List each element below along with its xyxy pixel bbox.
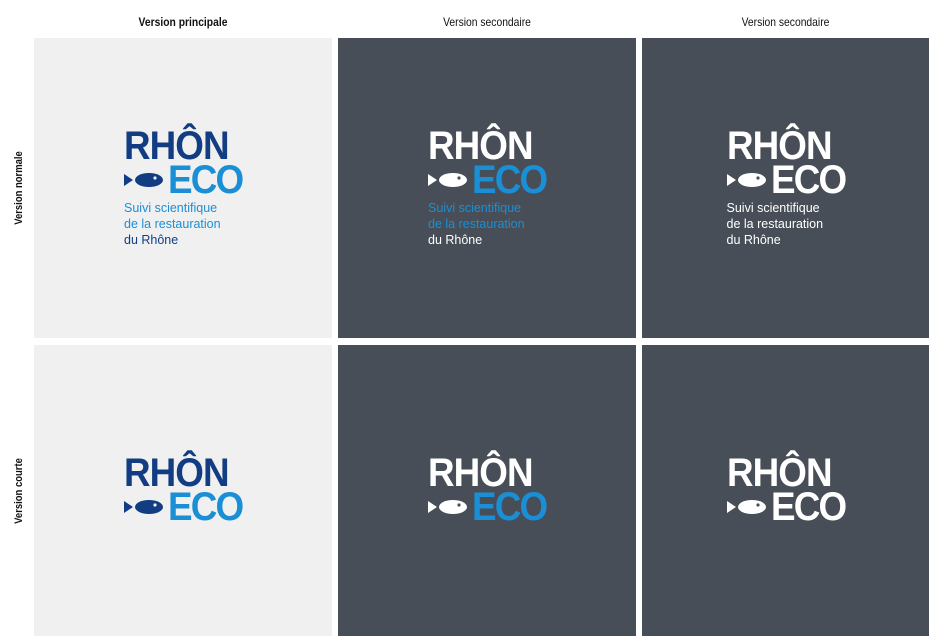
logo-wordmark-eco: ECO [168,484,244,529]
logo-wordmark-eco: ECO [770,484,847,529]
fish-icon [428,499,467,514]
logo-courte-secondaire-2: RHÔN ECO [726,453,847,529]
logo-tagline-line2: de la restauration [124,217,221,231]
panel-normal-principale: RHÔN ECO Suivi scientifique de la restau… [34,38,332,338]
logo-normal-secondaire-2: RHÔN ECO Suivi scientifique de la restau… [726,126,847,248]
logo-courte-secondaire-1: RHÔN ECO [428,453,548,529]
logo-courte-principale: RHÔN ECO [124,453,244,529]
logo-wordmark-eco: ECO [472,158,548,202]
logo-tagline-line1: Suivi scientifique [124,201,218,215]
column-header-principale: Version principale [138,15,228,29]
column-header-secondaire-1: Version secondaire [443,15,531,29]
panel-courte-secondaire-2: RHÔN ECO [642,345,929,636]
row-header-courte: Version courte [13,457,25,524]
panel-normal-secondaire-1: RHÔN ECO Suivi scientifique de la restau… [338,38,636,338]
logo-wordmark-eco: ECO [472,484,548,529]
logo-wordmark-eco: ECO [770,158,847,202]
logo-tagline-line2: de la restauration [428,217,525,231]
logo-tagline-line3: du Rhône [428,233,483,247]
fish-icon [726,173,766,187]
logo-tagline-line3: du Rhône [726,233,781,247]
logo-tagline-line1: Suivi scientifique [428,201,522,215]
fish-icon [124,173,163,187]
logo-wordmark-eco: ECO [168,158,244,202]
panel-courte-principale: RHÔN ECO [34,345,332,636]
logo-tagline-line2: de la restauration [726,217,824,231]
fish-icon [428,173,467,187]
row-header-normale: Version normale [13,151,25,225]
fish-icon [124,499,163,514]
logo-normal-principale: RHÔN ECO Suivi scientifique de la restau… [124,126,244,248]
column-header-secondaire-2: Version secondaire [741,15,830,29]
panel-normal-secondaire-2: RHÔN ECO Suivi scientifique de la restau… [642,38,929,338]
panel-courte-secondaire-1: RHÔN ECO [338,345,636,636]
logo-tagline-line1: Suivi scientifique [726,201,820,215]
logo-normal-secondaire-1: RHÔN ECO Suivi scientifique de la restau… [428,126,548,248]
fish-icon [726,499,766,514]
logo-tagline-line3: du Rhône [124,233,179,247]
